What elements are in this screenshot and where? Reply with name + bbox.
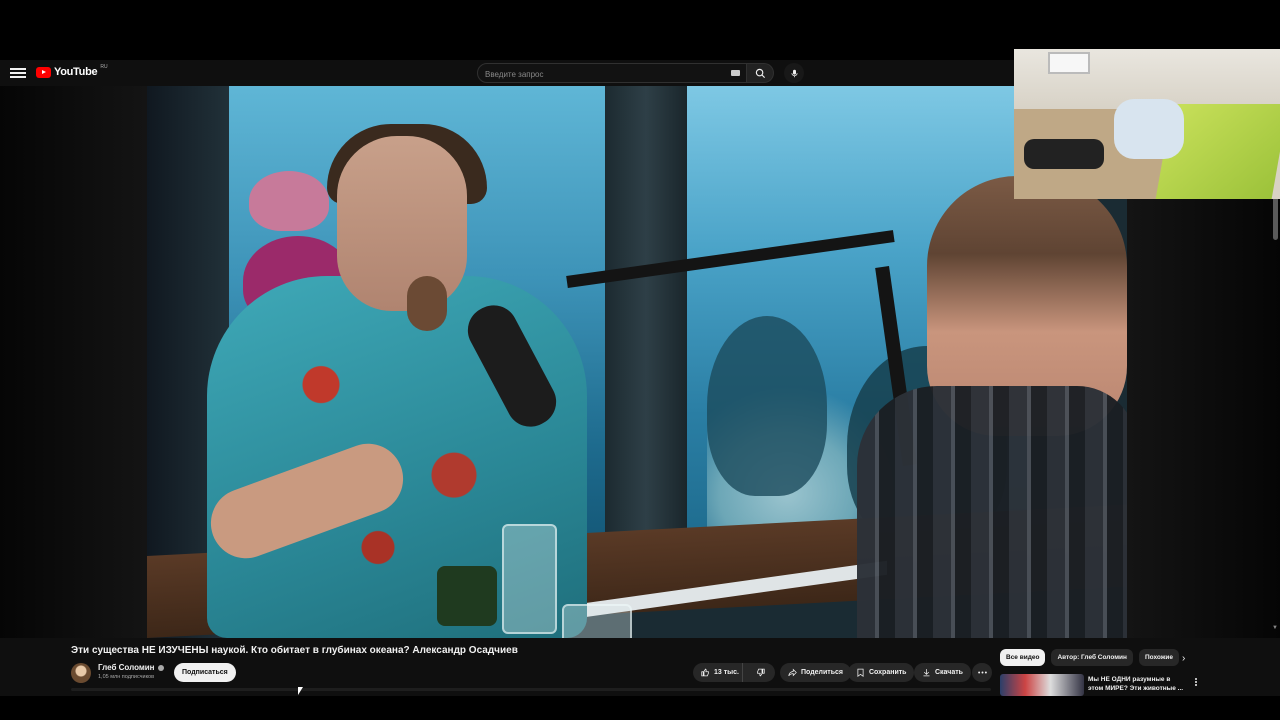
share-label: Поделиться <box>801 669 844 676</box>
search-button[interactable] <box>747 63 774 83</box>
like-count: 13 тыс. <box>714 669 739 676</box>
subscribe-button[interactable]: Подписаться <box>174 663 236 682</box>
webcam-blanket <box>1114 99 1184 159</box>
download-label: Скачать <box>935 669 963 676</box>
guest-face <box>337 136 467 311</box>
mic-icon <box>791 69 797 77</box>
search-box <box>477 63 747 84</box>
share-button[interactable]: Поделиться <box>780 663 852 682</box>
chevron-right-icon[interactable]: › <box>1182 653 1194 665</box>
recommended-more-icon[interactable] <box>1194 677 1198 689</box>
screen: YouTube RU Введите запрос Эти существа Н… <box>0 0 1280 720</box>
subscriber-count: 1,05 млн подписчиков <box>98 674 155 680</box>
channel-name[interactable]: Глеб Соломин <box>98 663 164 672</box>
search-input[interactable] <box>478 65 713 84</box>
video-title: Эти существа НЕ ИЗУЧЕНЫ наукой. Кто обит… <box>71 645 518 656</box>
masthead: YouTube RU <box>0 60 1012 86</box>
thumbs-down-icon <box>757 668 765 677</box>
recommended-title-line2: этом МИРЕ? Эти животные ... <box>1088 685 1184 692</box>
verified-icon <box>157 664 164 671</box>
voice-search-button[interactable] <box>784 63 804 83</box>
thumbs-up-icon <box>701 668 709 677</box>
mouse-cursor-icon <box>298 687 306 695</box>
recommended-title[interactable]: Мы НЕ ОДНИ разумные в этом МИРЕ? Эти жив… <box>1088 675 1188 693</box>
glass-small <box>562 604 632 638</box>
webcam-clothes <box>1024 139 1104 169</box>
video-frame[interactable] <box>147 86 1127 638</box>
menu-icon[interactable] <box>10 66 26 80</box>
related-chips: Все видео Автор: Глеб Соломин Похожие <box>1000 649 1180 666</box>
more-horizontal-icon <box>977 671 987 674</box>
coral-dark <box>707 316 827 496</box>
coral-pink <box>249 171 329 231</box>
studio-pillar <box>605 86 687 566</box>
webcam-window <box>1048 52 1090 74</box>
like-dislike-group: 13 тыс. <box>693 663 775 682</box>
logo-text: YouTube <box>54 66 98 78</box>
ambient-left <box>0 86 147 638</box>
chip-related[interactable]: Похожие <box>1138 649 1180 666</box>
water-glass <box>502 524 557 634</box>
description-edge <box>71 688 991 691</box>
youtube-play-icon <box>36 66 51 78</box>
like-button[interactable]: 13 тыс. <box>693 663 743 682</box>
host-shirt <box>857 386 1127 638</box>
download-button[interactable]: Скачать <box>914 663 971 682</box>
more-actions-button[interactable] <box>972 663 992 682</box>
chip-by-author[interactable]: Автор: Глеб Соломин <box>1051 649 1133 666</box>
green-mug <box>437 566 497 626</box>
guest-beard <box>407 276 447 331</box>
recommended-title-line1: Мы НЕ ОДНИ разумные в <box>1088 676 1171 683</box>
logo-country-code: RU <box>100 64 108 70</box>
save-icon <box>857 668 864 677</box>
recommended-thumbnail[interactable] <box>1000 674 1084 696</box>
recommended-video[interactable]: Мы НЕ ОДНИ разумные в этом МИРЕ? Эти жив… <box>1000 674 1190 696</box>
scroll-down-icon[interactable]: ▼ <box>1272 625 1278 631</box>
channel-avatar[interactable] <box>71 663 91 683</box>
download-icon <box>923 669 930 677</box>
dislike-button[interactable] <box>747 663 775 682</box>
search-icon <box>755 68 765 78</box>
share-icon <box>788 668 797 677</box>
chip-all-videos[interactable]: Все видео <box>1000 649 1046 666</box>
save-button[interactable]: Сохранить <box>848 663 915 682</box>
save-label: Сохранить <box>869 669 907 676</box>
webcam-overlay <box>1014 49 1280 199</box>
youtube-logo[interactable]: YouTube RU <box>36 64 108 78</box>
keyboard-icon[interactable] <box>731 70 740 76</box>
channel-name-text[interactable]: Глеб Соломин <box>98 663 155 672</box>
